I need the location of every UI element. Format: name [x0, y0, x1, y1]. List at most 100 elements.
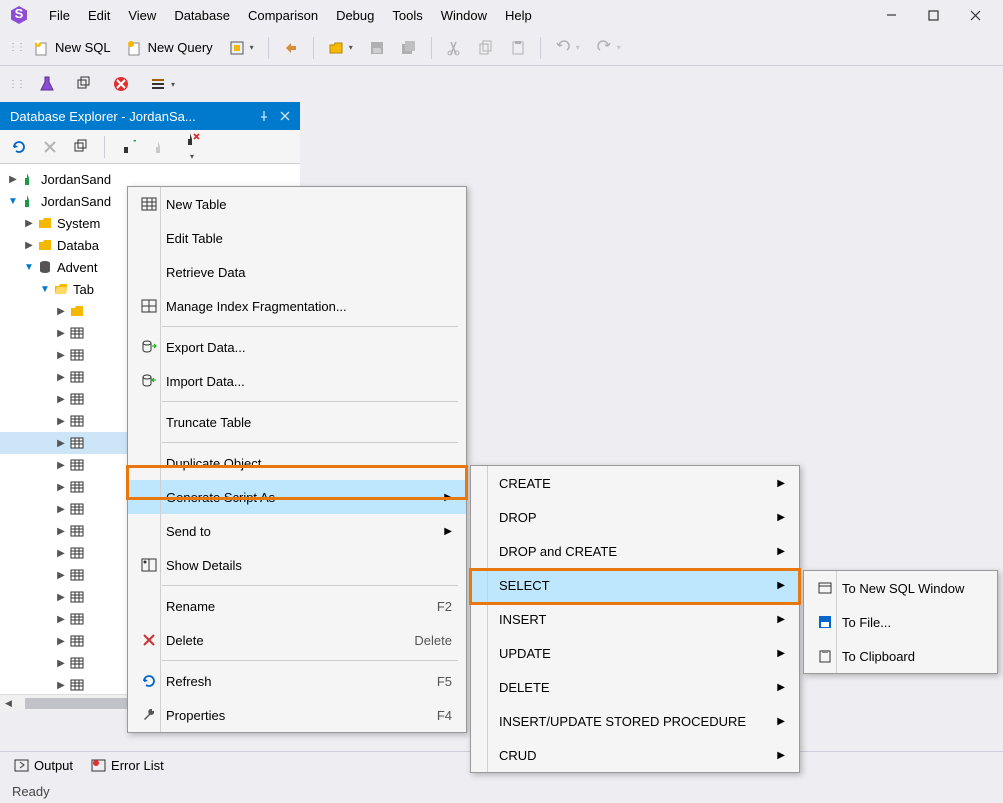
ctx-export-data[interactable]: Export Data...: [128, 330, 466, 364]
ctx-properties[interactable]: PropertiesF4: [128, 698, 466, 732]
new-connection-icon[interactable]: +: [115, 135, 141, 159]
caret-icon[interactable]: ▼: [22, 262, 36, 273]
windows-icon[interactable]: [68, 135, 94, 159]
maximize-button[interactable]: [913, 2, 953, 28]
caret-icon[interactable]: ▶: [54, 482, 68, 493]
open-button[interactable]: ▾: [322, 36, 359, 60]
new-sql-button[interactable]: ✦ New SQL: [28, 36, 117, 60]
menu-view[interactable]: View: [119, 3, 165, 28]
output-tab[interactable]: Output: [14, 758, 73, 773]
menu-edit[interactable]: Edit: [79, 3, 119, 28]
toolbar-grip: ⋮⋮: [8, 42, 24, 53]
windows-button[interactable]: [70, 72, 98, 96]
menu-database[interactable]: Database: [165, 3, 239, 28]
tree-label: JordanSand: [41, 194, 111, 209]
delete-icon[interactable]: [38, 136, 62, 158]
panel-close-icon[interactable]: [280, 111, 290, 121]
caret-icon[interactable]: ▶: [54, 658, 68, 669]
caret-icon[interactable]: ▶: [54, 394, 68, 405]
sub-insert[interactable]: INSERT▶: [471, 602, 799, 636]
ctx-generate-script[interactable]: Generate Script As▶: [128, 480, 466, 514]
paste-button[interactable]: [504, 36, 532, 60]
copy-button[interactable]: [472, 36, 500, 60]
menu-comparison[interactable]: Comparison: [239, 3, 327, 28]
new-query-button[interactable]: New Query: [121, 36, 219, 60]
sub-insert-update-sp[interactable]: INSERT/UPDATE STORED PROCEDURE▶: [471, 704, 799, 738]
ctx-new-table[interactable]: New Table: [128, 187, 466, 221]
sub2-to-clipboard[interactable]: To Clipboard: [804, 639, 997, 673]
save-all-button[interactable]: [395, 36, 423, 60]
caret-icon[interactable]: ▶: [54, 416, 68, 427]
caret-icon[interactable]: ▶: [54, 438, 68, 449]
ctx-refresh[interactable]: RefreshF5: [128, 664, 466, 698]
menu-window[interactable]: Window: [432, 3, 496, 28]
explorer-toolbar: + ▾: [0, 130, 300, 164]
caret-icon[interactable]: ▶: [54, 460, 68, 471]
ctx-edit-table[interactable]: Edit Table: [128, 221, 466, 255]
menu-help[interactable]: Help: [496, 3, 541, 28]
cut-button[interactable]: [440, 36, 468, 60]
sub-create[interactable]: CREATE▶: [471, 466, 799, 500]
refresh-icon[interactable]: [6, 135, 32, 159]
close-button[interactable]: [955, 2, 995, 28]
caret-icon[interactable]: ▶: [22, 240, 36, 251]
ctx-show-details[interactable]: Show Details: [128, 548, 466, 582]
caret-icon[interactable]: ▶: [6, 174, 20, 185]
ctx-duplicate[interactable]: Duplicate Object...: [128, 446, 466, 480]
tree-label: Tab: [73, 282, 94, 297]
caret-icon[interactable]: ▶: [54, 614, 68, 625]
minimize-button[interactable]: [871, 2, 911, 28]
caret-icon[interactable]: ▶: [54, 680, 68, 691]
caret-icon[interactable]: ▶: [54, 548, 68, 559]
sub-select[interactable]: SELECT▶: [471, 568, 799, 602]
ctx-import-data[interactable]: Import Data...: [128, 364, 466, 398]
toolbar-btn-2[interactable]: [277, 36, 305, 60]
menu-debug[interactable]: Debug: [327, 3, 383, 28]
flask-button[interactable]: [32, 71, 62, 97]
caret-icon[interactable]: ▶: [54, 504, 68, 515]
caret-icon[interactable]: ▶: [22, 218, 36, 229]
error-button[interactable]: [106, 71, 136, 97]
ctx-truncate[interactable]: Truncate Table: [128, 405, 466, 439]
sub-crud[interactable]: CRUD▶: [471, 738, 799, 772]
disconnect-icon[interactable]: ▾: [179, 127, 205, 166]
save-button[interactable]: [363, 36, 391, 60]
menu-file[interactable]: File: [40, 3, 79, 28]
redo-button[interactable]: ▾: [590, 36, 627, 60]
sub-delete[interactable]: DELETE▶: [471, 670, 799, 704]
menu-tools[interactable]: Tools: [383, 3, 431, 28]
caret-icon[interactable]: ▶: [54, 350, 68, 361]
caret-icon[interactable]: ▼: [38, 284, 52, 295]
pin-icon[interactable]: [258, 110, 270, 122]
ctx-retrieve-data[interactable]: Retrieve Data: [128, 255, 466, 289]
ctx-rename[interactable]: RenameF2: [128, 589, 466, 623]
caret-icon[interactable]: ▶: [54, 306, 68, 317]
caret-icon[interactable]: ▶: [54, 372, 68, 383]
toolbar-btn-1[interactable]: ▾: [223, 36, 260, 60]
scroll-left-arrow[interactable]: ◀: [0, 695, 17, 712]
caret-icon[interactable]: ▶: [54, 570, 68, 581]
caret-icon[interactable]: ▶: [54, 592, 68, 603]
sub-drop-create[interactable]: DROP and CREATE▶: [471, 534, 799, 568]
caret-icon[interactable]: ▶: [54, 328, 68, 339]
ctx-send-to[interactable]: Send to▶: [128, 514, 466, 548]
table-icon: [68, 679, 86, 691]
caret-icon[interactable]: ▶: [54, 636, 68, 647]
sub2-new-sql-window[interactable]: To New SQL Window: [804, 571, 997, 605]
secondary-toolbar: ⋮⋮ ▾: [0, 66, 1003, 102]
caret-icon[interactable]: ▶: [54, 526, 68, 537]
separator: [268, 37, 269, 59]
caret-icon[interactable]: ▼: [6, 196, 20, 207]
ctx-delete[interactable]: DeleteDelete: [128, 623, 466, 657]
undo-button[interactable]: ▾: [549, 36, 586, 60]
sub-drop[interactable]: DROP▶: [471, 500, 799, 534]
error-list-tab[interactable]: Error List: [91, 758, 164, 773]
scroll-thumb[interactable]: [25, 698, 135, 709]
connection-icon[interactable]: [147, 135, 173, 159]
menubar: S File Edit View Database Comparison Deb…: [0, 0, 1003, 30]
table-icon: [68, 547, 86, 559]
sub2-to-file[interactable]: To File...: [804, 605, 997, 639]
ctx-manage-index[interactable]: Manage Index Fragmentation...: [128, 289, 466, 323]
sub-update[interactable]: UPDATE▶: [471, 636, 799, 670]
list-button[interactable]: ▾: [144, 72, 181, 96]
